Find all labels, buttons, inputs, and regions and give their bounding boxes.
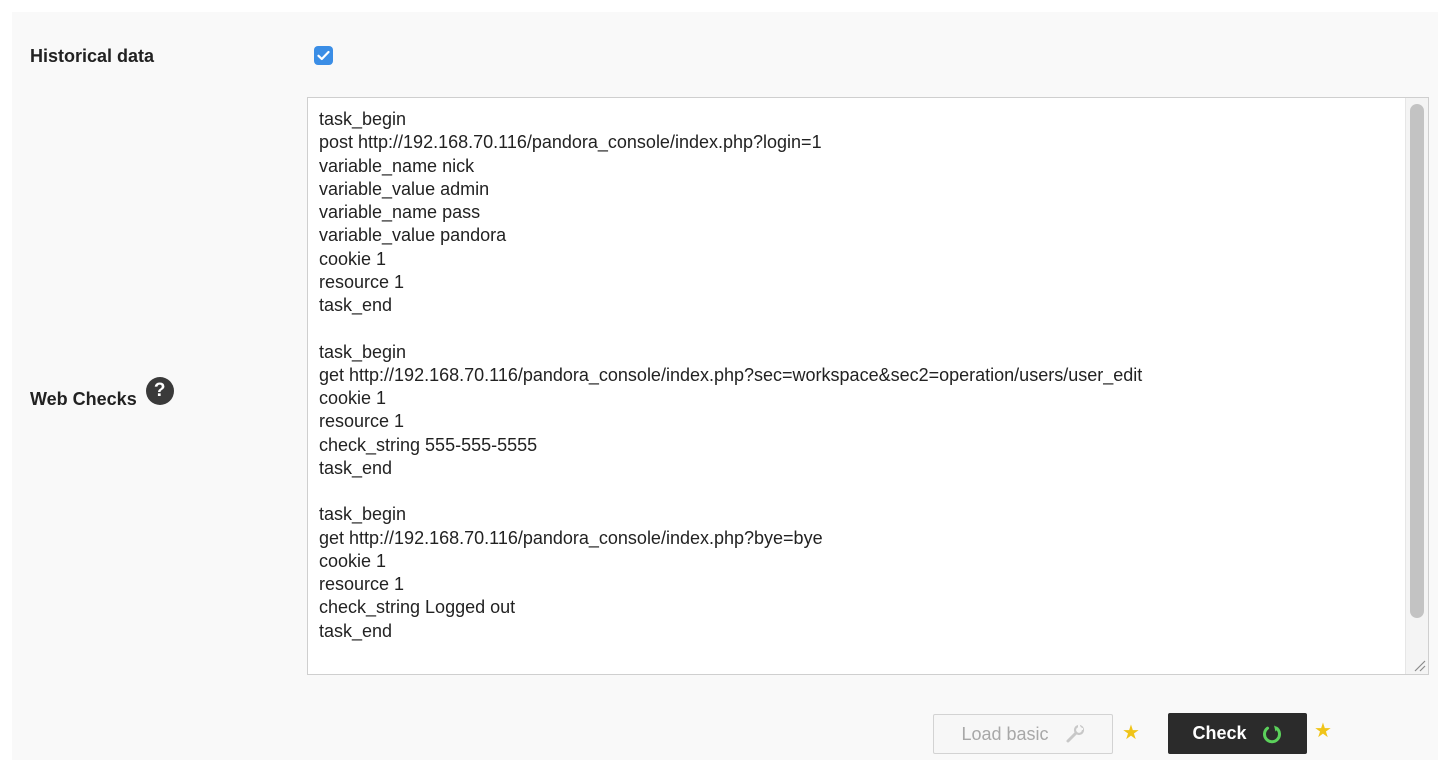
resize-grip-icon[interactable] <box>1412 658 1426 672</box>
load-basic-button[interactable]: Load basic <box>933 714 1113 754</box>
web-checks-content[interactable]: task_begin post http://192.168.70.116/pa… <box>319 108 1398 664</box>
web-checks-label-row: Web Checks ? <box>30 377 174 413</box>
wrench-icon <box>1066 724 1084 743</box>
star-icon: ★ <box>1314 720 1332 742</box>
scrollbar-thumb[interactable] <box>1410 104 1424 618</box>
check-button[interactable]: Check <box>1168 713 1307 754</box>
load-basic-label: Load basic <box>961 723 1049 744</box>
historical-data-label: Historical data <box>30 46 155 66</box>
historical-data-checkbox[interactable] <box>314 46 333 65</box>
star-icon: ★ <box>1122 722 1140 744</box>
web-checks-textarea[interactable]: task_begin post http://192.168.70.116/pa… <box>307 97 1429 675</box>
check-label: Check <box>1192 723 1247 743</box>
help-icon[interactable]: ? <box>145 377 174 405</box>
vertical-scrollbar[interactable] <box>1405 98 1428 674</box>
refresh-icon <box>1262 725 1281 743</box>
checkmark-icon <box>317 50 330 61</box>
web-checks-label: Web Checks <box>30 388 137 409</box>
